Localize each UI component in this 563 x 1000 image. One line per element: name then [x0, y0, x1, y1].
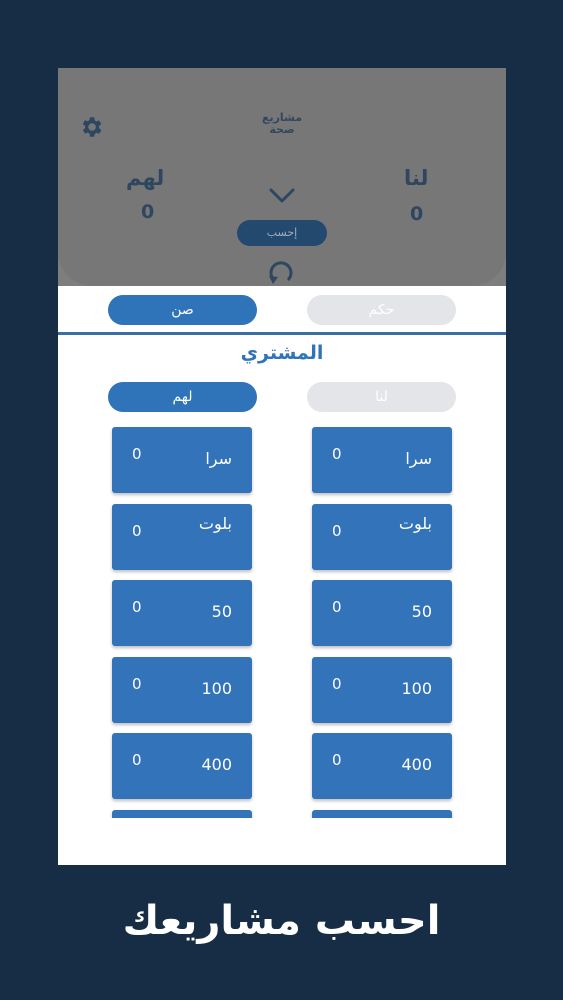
card-value: 0 — [332, 751, 342, 769]
projects-sheet: صن حكم المشتري لهم لنا 0 سرا 0 بلوت 0 50… — [58, 286, 506, 865]
project-card-sira-us[interactable]: 0 سرا — [312, 427, 452, 493]
team-left-score: 0 — [141, 201, 155, 223]
score-header: مشاريع صحة لهم 0 لنا 0 إحسب — [58, 68, 506, 286]
card-value: 0 — [332, 522, 342, 540]
app-logo: مشاريع صحة — [261, 111, 303, 136]
card-value: 0 — [132, 522, 142, 540]
card-value: 0 — [332, 598, 342, 616]
card-label: سرا — [405, 449, 432, 468]
card-label: 400 — [401, 755, 432, 774]
card-value: 0 — [332, 675, 342, 693]
gear-icon[interactable] — [78, 114, 104, 140]
card-value: 0 — [132, 675, 142, 693]
project-card-50-us[interactable]: 0 50 — [312, 580, 452, 646]
card-value: 0 — [132, 598, 142, 616]
project-card-400-us[interactable]: 0 400 — [312, 733, 452, 799]
chevron-down-icon[interactable] — [268, 186, 296, 206]
team-right-score: 0 — [410, 203, 424, 225]
undo-icon[interactable] — [266, 260, 296, 286]
project-card-baloot-them[interactable]: 0 بلوت — [112, 504, 252, 570]
card-value: 0 — [332, 445, 342, 463]
card-label: 400 — [201, 755, 232, 774]
tab-hokm[interactable]: حكم — [307, 295, 456, 325]
project-card-baloot-us[interactable]: 0 بلوت — [312, 504, 452, 570]
sheet-bottom-padding — [58, 818, 506, 865]
project-card-400-them[interactable]: 0 400 — [112, 733, 252, 799]
project-card-100-us[interactable]: 0 100 — [312, 657, 452, 723]
card-label: 50 — [211, 602, 232, 621]
project-card-100-them[interactable]: 0 100 — [112, 657, 252, 723]
card-value: 0 — [132, 445, 142, 463]
tab-sun[interactable]: صن — [108, 295, 257, 325]
tab-them[interactable]: لهم — [108, 382, 257, 412]
card-label: 100 — [401, 679, 432, 698]
card-label: 100 — [201, 679, 232, 698]
tab-us[interactable]: لنا — [307, 382, 456, 412]
project-card-sira-them[interactable]: 0 سرا — [112, 427, 252, 493]
calculate-button[interactable]: إحسب — [237, 220, 327, 246]
promo-caption: احسب مشاريعك — [122, 898, 441, 944]
project-card-50-them[interactable]: 0 50 — [112, 580, 252, 646]
phone-screen: مشاريع صحة لهم 0 لنا 0 إحسب صن حكم المشت… — [58, 68, 506, 865]
team-left-label: لهم — [126, 166, 165, 190]
card-label: 50 — [411, 602, 432, 621]
card-label: بلوت — [398, 514, 432, 533]
buyer-title: المشتري — [240, 342, 324, 364]
card-label: بلوت — [198, 514, 232, 533]
card-value: 0 — [132, 751, 142, 769]
sheet-divider — [58, 332, 506, 335]
card-label: سرا — [205, 449, 232, 468]
team-right-label: لنا — [404, 166, 429, 190]
